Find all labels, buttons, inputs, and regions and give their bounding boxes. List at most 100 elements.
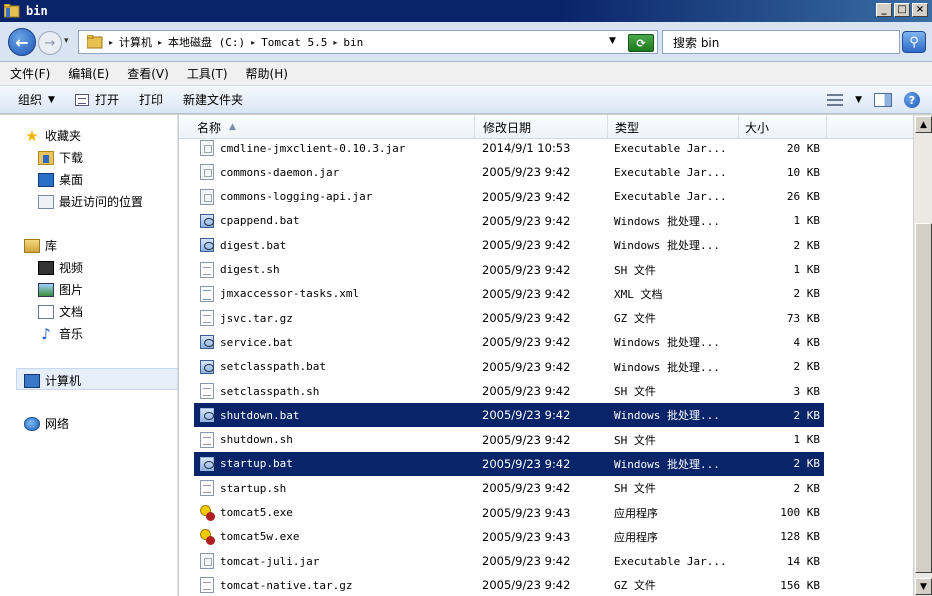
file-row[interactable]: service.bat 2005/9/23 9:42 Windows 批处理... 4… [194,330,824,354]
chevron-down-icon[interactable]: ▼ [855,95,862,105]
file-row[interactable]: shutdown.sh 2005/9/23 9:42 SH 文件 1 KB [194,428,824,452]
search-button[interactable]: ⚲ [902,31,926,53]
file-name-cell[interactable]: digest.bat [194,233,477,257]
chevron-right-icon[interactable]: ▸ [333,38,337,47]
file-row[interactable]: digest.bat 2005/9/23 9:42 Windows 批处理... 2 … [194,233,824,257]
file-name-cell[interactable]: shutdown.sh [194,428,477,452]
search-input[interactable]: 搜索 bin [662,30,900,54]
file-name-cell[interactable]: tomcat5.exe [194,501,477,525]
menu-help[interactable]: 帮助(H) [246,65,288,82]
file-size: 1 KB [793,214,821,228]
file-row[interactable]: digest.sh 2005/9/23 9:42 SH 文件 1 KB [194,258,824,282]
library-icon [24,238,40,253]
close-button[interactable]: × [912,3,928,17]
preview-pane-icon[interactable] [874,93,892,107]
file-row[interactable]: commons-daemon.jar 2005/9/23 9:42 Executab… [194,160,824,184]
nav-item-favorites[interactable]: ★ 收藏夹 [24,127,81,144]
file-name-cell[interactable]: jmxaccessor-tasks.xml [194,282,477,306]
breadcrumb-bin[interactable]: bin [343,36,363,49]
nav-item-downloads[interactable]: 下载 [38,149,83,166]
title-bar[interactable]: bin _ □ × [0,0,932,22]
scroll-down-button[interactable]: ▼ [915,578,932,595]
chevron-right-icon[interactable]: ▸ [251,38,255,47]
file-name-cell[interactable]: service.bat [194,330,477,354]
menu-edit[interactable]: 编辑(E) [68,65,109,82]
print-button[interactable]: 打印 [139,91,163,108]
file-name-cell[interactable]: commons-daemon.jar [194,160,477,184]
file-row[interactable]: tomcat-juli.jar 2005/9/23 9:42 Executable … [194,549,824,573]
vertical-scrollbar[interactable]: ▲ ▼ [913,115,932,596]
nav-item-desktop[interactable]: 桌面 [38,171,83,188]
file-name-cell[interactable]: setclasspath.sh [194,379,477,403]
file-name: tomcat-juli.jar [220,554,320,568]
file-row[interactable]: setclasspath.bat 2005/9/23 9:42 Windows 批处… [194,355,824,379]
nav-item-documents[interactable]: 文档 [38,303,83,320]
file-name-cell[interactable]: shutdown.bat [194,403,477,427]
file-row[interactable]: tomcat-native.tar.gz 2005/9/23 9:42 GZ 文件 1… [194,573,824,596]
menu-tools[interactable]: 工具(T) [187,65,228,82]
file-row[interactable]: tomcat5.exe 2005/9/23 9:43 应用程序 100 KB [194,501,824,525]
file-name-cell[interactable]: tomcat-juli.jar [194,549,477,573]
menu-file[interactable]: 文件(F) [10,65,50,82]
sh-icon [200,431,214,448]
breadcrumb-local-disk[interactable]: 本地磁盘 (C:) [168,34,245,50]
file-row[interactable]: jsvc.tar.gz 2005/9/23 9:42 GZ 文件 73 KB [194,306,824,330]
file-name-cell[interactable]: tomcat-native.tar.gz [194,573,477,596]
organize-button[interactable]: 组织 ▼ [18,91,55,108]
view-options-icon[interactable] [827,94,844,106]
jar-icon [200,553,214,570]
file-name-cell[interactable]: setclasspath.bat [194,355,477,379]
file-row[interactable]: commons-logging-api.jar 2005/9/23 9:42 Exe… [194,185,824,209]
open-button[interactable]: 打开 [74,91,119,108]
file-date: 2005/9/23 9:43 [482,505,571,520]
forward-button[interactable]: → [38,31,62,55]
file-row[interactable]: startup.bat 2005/9/23 9:42 Windows 批处理... 2… [194,451,824,476]
file-type: Windows 批处理... [614,457,720,471]
address-box[interactable]: ▸ 计算机 ▸ 本地磁盘 (C:) ▸ Tomcat 5.5 ▸ bin [78,30,658,54]
breadcrumb-tomcat[interactable]: Tomcat 5.5 [261,36,327,49]
address-dropdown[interactable]: ▼ [609,36,616,46]
menu-view[interactable]: 查看(V) [127,65,169,82]
file-name-cell[interactable]: commons-logging-api.jar [194,185,477,209]
file-name: setclasspath.bat [220,360,326,374]
nav-item-music[interactable]: ♪ 音乐 [38,325,83,342]
file-row[interactable]: jmxaccessor-tasks.xml 2005/9/23 9:42 XML 文… [194,282,824,306]
back-button[interactable]: ← [8,28,36,56]
maximize-button[interactable]: □ [894,3,910,17]
file-name-cell[interactable]: cmdline-jmxclient-0.10.3.jar [194,136,477,160]
nav-item-computer[interactable]: 计算机 [24,372,81,389]
file-row[interactable]: tomcat5w.exe 2005/9/23 9:43 应用程序 128 KB [194,525,824,549]
file-size: 20 KB [786,141,820,155]
file-row[interactable]: startup.sh 2005/9/23 9:42 SH 文件 2 KB [194,476,824,500]
file-type: Executable Jar... [614,165,727,179]
chevron-right-icon[interactable]: ▸ [109,38,113,47]
help-icon[interactable]: ? [904,92,920,108]
file-row[interactable]: cmdline-jmxclient-0.10.3.jar 2014/9/1 10:… [194,136,824,160]
file-row[interactable]: setclasspath.sh 2005/9/23 9:42 SH 文件 3 KB [194,379,824,403]
refresh-button[interactable]: ⟳ [628,34,654,52]
file-name-cell[interactable]: tomcat5w.exe [194,525,477,549]
jar-icon [200,164,214,181]
file-row[interactable]: shutdown.bat 2005/9/23 9:42 Windows 批处理...… [194,403,824,428]
nav-item-videos[interactable]: 视频 [38,259,83,276]
file-name-cell[interactable]: startup.sh [194,476,477,500]
jar-icon [200,140,214,156]
nav-item-recent[interactable]: 最近访问的位置 [38,193,143,210]
chevron-right-icon[interactable]: ▸ [158,38,162,47]
nav-item-pictures[interactable]: 图片 [38,281,83,298]
recent-pages-dropdown[interactable]: ▾ [64,36,69,46]
file-name-cell[interactable]: digest.sh [194,258,477,282]
file-name-cell[interactable]: jsvc.tar.gz [194,306,477,330]
scroll-thumb[interactable] [915,223,932,573]
minimize-button[interactable]: _ [876,3,892,17]
file-name: digest.sh [220,263,280,276]
nav-item-network[interactable]: 网络 [24,415,69,432]
file-name: tomcat5.exe [220,506,293,519]
nav-item-libraries[interactable]: 库 [24,237,57,254]
file-name-cell[interactable]: startup.bat [194,452,477,476]
scroll-up-button[interactable]: ▲ [915,116,932,133]
new-folder-button[interactable]: 新建文件夹 [183,91,243,108]
file-row[interactable]: cpappend.bat 2005/9/23 9:42 Windows 批处理...… [194,209,824,233]
file-name-cell[interactable]: cpappend.bat [194,209,477,233]
breadcrumb-computer[interactable]: 计算机 [119,34,152,50]
